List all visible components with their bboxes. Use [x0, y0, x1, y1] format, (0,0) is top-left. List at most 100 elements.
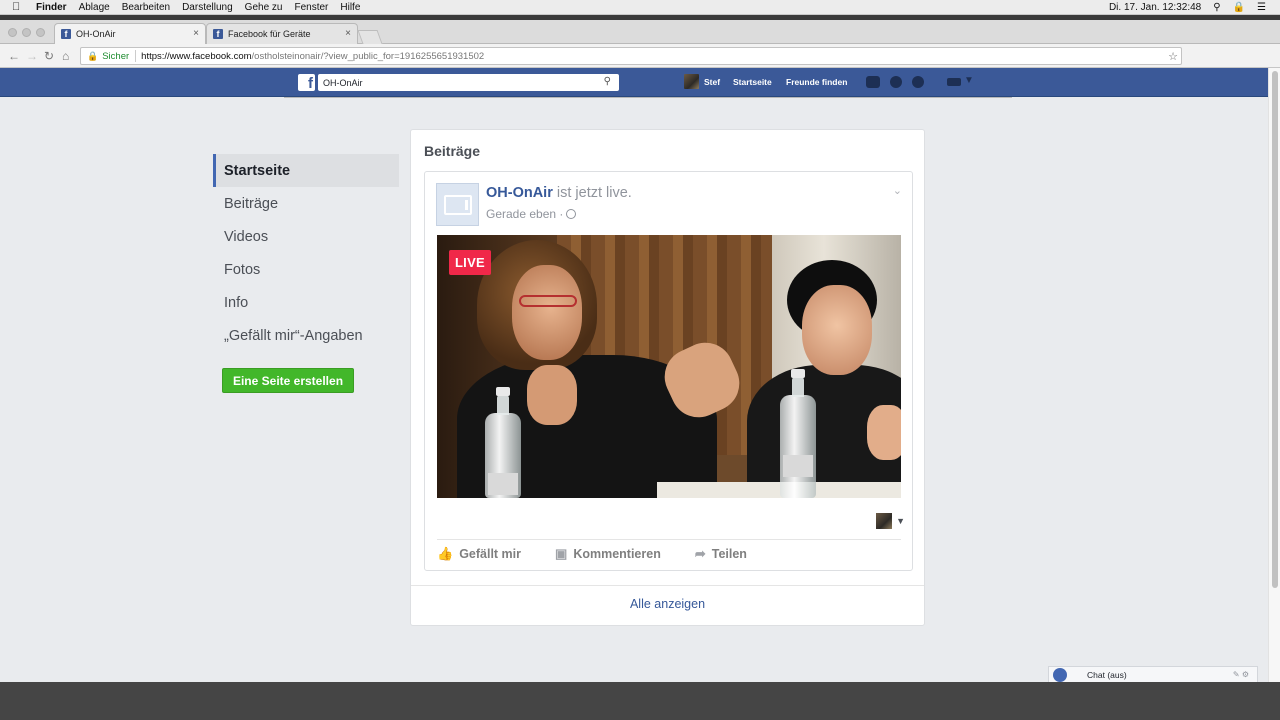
scrollbar-thumb[interactable]	[1272, 71, 1278, 588]
live-video[interactable]: LIVE	[437, 235, 901, 498]
tab-facebook-geraete[interactable]: f Facebook für Geräte ×	[206, 23, 358, 44]
search-icon[interactable]: ⚲	[604, 76, 611, 87]
video-table	[657, 482, 901, 498]
menu-finder[interactable]: Finder	[36, 2, 67, 13]
browser-toolbar: ← → ↻ ⌂ 🔒 Sicher https://www.facebook.co…	[0, 44, 1280, 68]
window-close-button[interactable]	[8, 28, 17, 37]
tab-close-icon[interactable]: ×	[193, 28, 199, 39]
tab-close-icon[interactable]: ×	[345, 28, 351, 39]
leftnav-item-fotos[interactable]: Fotos	[213, 253, 399, 286]
menubar-clock[interactable]: Di. 17. Jan. 12:32:48	[1109, 2, 1201, 13]
window-minimize-button[interactable]	[22, 28, 31, 37]
chat-sidebar-bar[interactable]: Chat (aus) ✎ ⚙	[1048, 666, 1258, 682]
profile-link[interactable]: Stef	[684, 74, 720, 89]
share-arrow-icon: ➦	[694, 546, 706, 561]
menu-bearbeiten[interactable]: Bearbeiten	[122, 2, 170, 13]
browser-tabbar: f OH-OnAir × f Facebook für Geräte ×	[0, 20, 1280, 44]
menu-ablage[interactable]: Ablage	[79, 2, 110, 13]
lock-icon[interactable]: 🔒	[1233, 2, 1245, 13]
notification-list-icon[interactable]: ☰	[1257, 2, 1266, 13]
nav-startseite-link[interactable]: Startseite	[733, 77, 772, 87]
page-scrollbar[interactable]	[1268, 68, 1280, 682]
leftnav-item-likes[interactable]: „Gefällt mir“-Angaben	[213, 319, 399, 352]
page-profile-picture[interactable]	[436, 183, 479, 226]
post-as-selector[interactable]: ▼	[876, 513, 905, 529]
leftnav-item-info[interactable]: Info	[213, 286, 399, 319]
account-menu-chevron-down-icon[interactable]: ▼	[964, 75, 974, 86]
comment-icon: ▣	[555, 546, 568, 561]
post-page-name[interactable]: OH-OnAir	[486, 185, 553, 201]
public-globe-icon	[566, 209, 577, 219]
post-divider	[437, 539, 901, 540]
chat-label: Chat (aus)	[1087, 669, 1127, 680]
like-button[interactable]: 👍 Gefällt mir	[437, 546, 521, 562]
tab-oh-onair[interactable]: f OH-OnAir ×	[54, 23, 206, 44]
facebook-logo-icon[interactable]: f	[298, 74, 315, 91]
mac-menubar:  Finder Ablage Bearbeiten Darstellung G…	[0, 0, 1280, 15]
chat-settings-gear-icon[interactable]: ✎ ⚙	[1233, 670, 1249, 679]
leftnav-item-videos[interactable]: Videos	[213, 220, 399, 253]
like-label: Gefällt mir	[459, 547, 522, 561]
share-button[interactable]: ➦ Teilen	[695, 546, 747, 562]
page-left-nav: Startseite Beiträge Videos Fotos Info „G…	[213, 154, 399, 352]
card-separator	[411, 585, 924, 586]
window-zoom-button[interactable]	[36, 28, 45, 37]
friend-requests-icon[interactable]	[866, 76, 880, 88]
reload-icon[interactable]: ↻	[44, 49, 54, 63]
privacy-shortcuts-icon[interactable]	[947, 78, 961, 86]
apple-icon[interactable]: 	[12, 1, 30, 13]
video-bottle-left	[485, 387, 521, 498]
menu-darstellung[interactable]: Darstellung	[182, 2, 233, 13]
url-host: https://www.facebook.com	[141, 50, 252, 62]
search-value: OH-OnAir	[323, 77, 363, 88]
profile-name: Stef	[704, 76, 721, 87]
post: OH-OnAir ist jetzt live. Gerade eben · ⌄	[424, 171, 913, 571]
menu-gehe-zu[interactable]: Gehe zu	[245, 2, 283, 13]
chevron-down-icon: ▼	[896, 516, 905, 526]
home-icon[interactable]: ⌂	[62, 49, 69, 63]
topbar-underline	[284, 97, 1012, 98]
back-arrow-icon[interactable]: ←	[8, 49, 20, 63]
secure-label: Sicher	[102, 50, 130, 62]
leftnav-item-beitraege[interactable]: Beiträge	[213, 187, 399, 220]
card-title: Beiträge	[424, 143, 481, 159]
messenger-icon[interactable]	[890, 76, 902, 88]
menu-hilfe[interactable]: Hilfe	[340, 2, 360, 13]
address-separator	[135, 50, 137, 62]
facebook-favicon-icon: f	[61, 29, 71, 39]
chat-globe-icon	[1053, 667, 1067, 682]
notifications-globe-icon[interactable]	[912, 76, 924, 88]
new-tab-button[interactable]	[357, 30, 383, 44]
tv-icon	[443, 194, 472, 215]
comment-label: Kommentieren	[573, 547, 661, 561]
post-meta: Gerade eben ·	[486, 207, 577, 221]
bookmark-star-icon[interactable]: ☆	[1168, 50, 1178, 63]
see-all-link[interactable]: Alle anzeigen	[411, 597, 924, 611]
address-bar[interactable]: 🔒 Sicher https://www.facebook.com/osthol…	[80, 47, 1182, 65]
tab-title: Facebook für Geräte	[228, 29, 311, 39]
post-status: ist jetzt live.	[552, 185, 632, 201]
posts-card: Beiträge OH-OnAir ist jetzt live. Gerade…	[410, 129, 925, 626]
post-header: OH-OnAir ist jetzt live.	[486, 185, 632, 201]
leftnav-item-startseite[interactable]: Startseite	[213, 154, 399, 187]
avatar	[684, 74, 699, 89]
create-page-button[interactable]: Eine Seite erstellen	[222, 368, 354, 393]
nav-freunde-finden-link[interactable]: Freunde finden	[786, 77, 847, 87]
comment-button[interactable]: ▣ Kommentieren	[555, 546, 661, 562]
facebook-search-input[interactable]: OH-OnAir ⚲	[318, 74, 619, 91]
post-actions: 👍 Gefällt mir ▣ Kommentieren ➦ Teilen	[437, 546, 781, 562]
facebook-favicon-icon: f	[213, 29, 223, 39]
live-badge: LIVE	[449, 250, 491, 275]
spotlight-icon[interactable]: ⚲	[1213, 2, 1220, 13]
forward-arrow-icon[interactable]: →	[26, 49, 38, 63]
page-viewport: f OH-OnAir ⚲ Stef Startseite Freunde fin…	[0, 68, 1280, 682]
facebook-top-bar: f OH-OnAir ⚲ Stef Startseite Freunde fin…	[0, 68, 1268, 97]
post-time[interactable]: Gerade eben ·	[486, 207, 563, 221]
menubar-status: Di. 17. Jan. 12:32:48 ⚲ 🔒 ☰	[1109, 2, 1266, 13]
tab-title: OH-OnAir	[76, 29, 116, 39]
menu-fenster[interactable]: Fenster	[294, 2, 328, 13]
share-label: Teilen	[711, 547, 747, 561]
secure-lock-icon: 🔒	[87, 50, 99, 61]
post-options-chevron-down-icon[interactable]: ⌄	[893, 184, 902, 197]
url-path: /ostholsteinonair/?view_public_for=19162…	[251, 50, 485, 62]
